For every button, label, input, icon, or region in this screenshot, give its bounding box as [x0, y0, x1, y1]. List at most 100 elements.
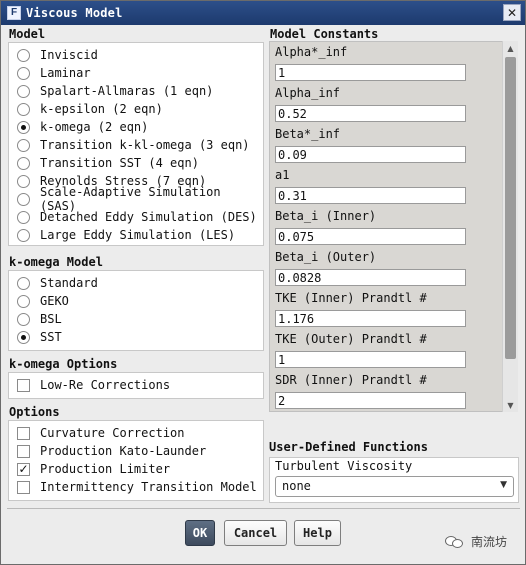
radio-button[interactable]: [17, 276, 30, 290]
model-option-transition-sst[interactable]: Transition SST (4 eqn): [17, 155, 199, 171]
checkbox[interactable]: [17, 480, 30, 494]
ok-button[interactable]: OK: [185, 520, 215, 546]
arrow-up-icon[interactable]: ▲: [503, 41, 518, 55]
model-constants-title: Model Constants: [270, 27, 379, 41]
constant-label-beta-star-inf: Beta*_inf: [275, 127, 341, 141]
scrollbar-thumb[interactable]: [505, 57, 516, 359]
option-label: Detached Eddy Simulation (DES): [40, 210, 257, 224]
udf-group: Turbulent Viscosity none ▼: [269, 457, 519, 503]
model-option-inviscid[interactable]: Inviscid: [17, 47, 98, 63]
production-kato-launder-checkbox[interactable]: Production Kato-Launder: [17, 443, 206, 459]
constant-input-alpha-inf[interactable]: 0.52: [275, 105, 466, 122]
option-label: Intermittency Transition Model: [40, 480, 257, 494]
constant-input-beta-star-inf[interactable]: 0.09: [275, 146, 466, 163]
title-bar: F Viscous Model ✕: [1, 1, 525, 25]
model-option-k-epsilon[interactable]: k-epsilon (2 eqn): [17, 101, 163, 117]
komega-option-bsl[interactable]: BSL: [17, 311, 62, 327]
radio-button[interactable]: [17, 174, 30, 188]
constant-label-tke-outer-prandtl: TKE (Outer) Prandtl #: [275, 332, 427, 346]
constants-scrollbar[interactable]: ▲ ▼: [502, 41, 518, 412]
model-option-des[interactable]: Detached Eddy Simulation (DES): [17, 209, 257, 225]
model-option-transition-k-kl-omega[interactable]: Transition k-kl-omega (3 eqn): [17, 137, 250, 153]
footer-divider: [7, 508, 520, 509]
option-label: Curvature Correction: [40, 426, 185, 440]
intermittency-transition-checkbox[interactable]: Intermittency Transition Model: [17, 479, 257, 495]
radio-button[interactable]: [17, 294, 30, 308]
komega-model-group: Standard GEKO BSL SST: [8, 270, 264, 351]
radio-button[interactable]: [17, 138, 30, 152]
radio-button[interactable]: [17, 66, 30, 80]
option-label: GEKO: [40, 294, 69, 308]
constant-label-alpha-inf: Alpha_inf: [275, 86, 341, 100]
radio-button[interactable]: [17, 192, 30, 206]
model-option-sas[interactable]: Scale-Adaptive Simulation (SAS): [17, 185, 263, 213]
production-limiter-checkbox[interactable]: ✓ Production Limiter: [17, 461, 170, 477]
radio-button[interactable]: [17, 228, 30, 242]
check-icon: ✓: [18, 462, 29, 476]
model-option-spalart-allmaras[interactable]: Spalart-Allmaras (1 eqn): [17, 83, 213, 99]
radio-button-selected[interactable]: [17, 120, 30, 134]
fluent-app-icon: F: [7, 6, 21, 20]
constant-input-sdr-inner-prandtl[interactable]: 2: [275, 392, 466, 409]
komega-option-standard[interactable]: Standard: [17, 275, 98, 291]
option-label: Spalart-Allmaras (1 eqn): [40, 84, 214, 98]
constant-label-tke-inner-prandtl: TKE (Inner) Prandtl #: [275, 291, 427, 305]
radio-button[interactable]: [17, 312, 30, 326]
constant-input-a1[interactable]: 0.31: [275, 187, 466, 204]
turbulent-viscosity-label: Turbulent Viscosity: [275, 459, 413, 473]
option-label: Low-Re Corrections: [40, 378, 171, 392]
model-constants-panel[interactable]: Alpha*_inf 1 Alpha_inf 0.52 Beta*_inf 0.…: [269, 41, 503, 412]
constant-label-beta-i-inner: Beta_i (Inner): [275, 209, 377, 223]
constant-label-sdr-inner-prandtl: SDR (Inner) Prandtl #: [275, 373, 427, 387]
option-label: Laminar: [40, 66, 91, 80]
checkbox[interactable]: [17, 444, 30, 458]
constant-input-beta-i-outer[interactable]: 0.0828: [275, 269, 466, 286]
wechat-icon: [445, 534, 465, 550]
window-title: Viscous Model: [26, 6, 123, 20]
udf-title: User-Defined Functions: [269, 440, 428, 454]
option-label: k-omega (2 eqn): [40, 120, 149, 134]
model-group: Inviscid Laminar Spalart-Allmaras (1 eqn…: [8, 42, 264, 246]
options-group: Curvature Correction Production Kato-Lau…: [8, 420, 264, 501]
option-label: Production Limiter: [40, 462, 171, 476]
option-label: Transition SST (4 eqn): [40, 156, 199, 170]
option-label: Production Kato-Launder: [40, 444, 207, 458]
komega-model-title: k-omega Model: [9, 255, 103, 269]
komega-option-geko[interactable]: GEKO: [17, 293, 69, 309]
option-label: BSL: [40, 312, 62, 326]
turbulent-viscosity-select[interactable]: none ▼: [275, 476, 514, 497]
help-button[interactable]: Help: [294, 520, 341, 546]
chevron-down-icon: ▼: [500, 480, 507, 490]
constant-input-alpha-star-inf[interactable]: 1: [275, 64, 466, 81]
checkbox[interactable]: [17, 426, 30, 440]
radio-button[interactable]: [17, 156, 30, 170]
radio-button[interactable]: [17, 102, 30, 116]
checkbox[interactable]: [17, 378, 30, 392]
radio-button-selected[interactable]: [17, 330, 30, 344]
select-value: none: [282, 479, 311, 493]
close-button[interactable]: ✕: [503, 4, 521, 21]
constant-input-tke-outer-prandtl[interactable]: 1: [275, 351, 466, 368]
cancel-button[interactable]: Cancel: [224, 520, 287, 546]
constant-input-tke-inner-prandtl[interactable]: 1.176: [275, 310, 466, 327]
option-label: k-epsilon (2 eqn): [40, 102, 163, 116]
arrow-down-icon[interactable]: ▼: [503, 398, 518, 412]
option-label: Transition k-kl-omega (3 eqn): [40, 138, 250, 152]
options-title: Options: [9, 405, 60, 419]
radio-button[interactable]: [17, 48, 30, 62]
checkbox-checked[interactable]: ✓: [17, 462, 30, 476]
low-re-corrections-checkbox[interactable]: Low-Re Corrections: [17, 377, 170, 393]
model-option-laminar[interactable]: Laminar: [17, 65, 91, 81]
model-option-k-omega[interactable]: k-omega (2 eqn): [17, 119, 148, 135]
komega-option-sst[interactable]: SST: [17, 329, 62, 345]
close-icon: ✕: [506, 5, 518, 20]
radio-button[interactable]: [17, 84, 30, 98]
curvature-correction-checkbox[interactable]: Curvature Correction: [17, 425, 185, 441]
radio-button[interactable]: [17, 210, 30, 224]
viscous-model-dialog: F Viscous Model ✕ Model Inviscid Laminar…: [0, 0, 526, 565]
komega-options-group: Low-Re Corrections: [8, 372, 264, 399]
constant-label-beta-i-outer: Beta_i (Outer): [275, 250, 377, 264]
model-option-les[interactable]: Large Eddy Simulation (LES): [17, 227, 235, 243]
option-label: Standard: [40, 276, 98, 290]
constant-input-beta-i-inner[interactable]: 0.075: [275, 228, 466, 245]
